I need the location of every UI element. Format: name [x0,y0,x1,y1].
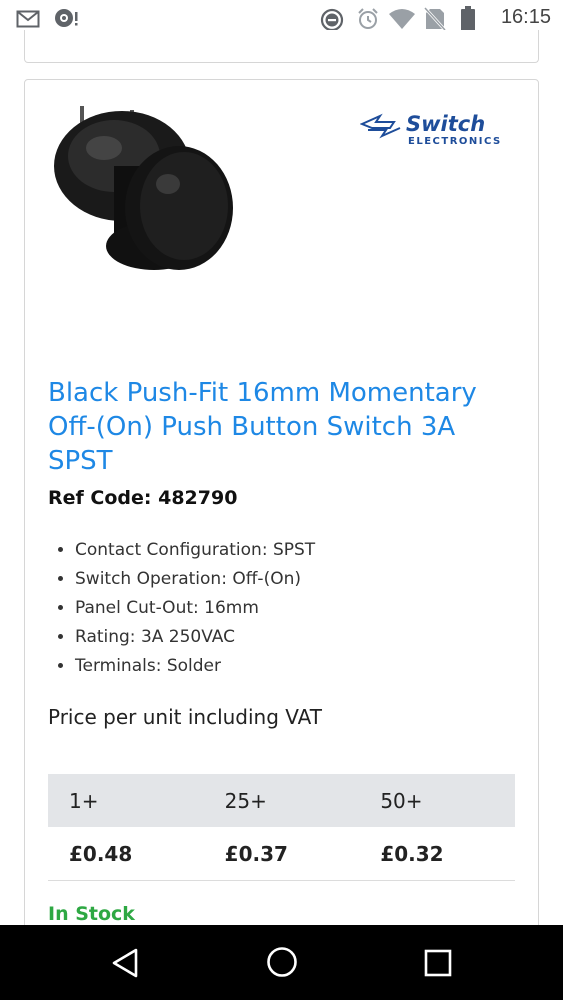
do-not-disturb-icon [320,8,344,32]
ref-code: Ref Code: 482790 [48,487,238,509]
brand-name: Switch [406,112,485,136]
spec-item: Rating: 3A 250VAC [75,623,315,652]
alarm-icon [358,8,378,29]
brand-subtitle: ELECTRONICS [408,136,502,147]
product-title[interactable]: Black Push-Fit 16mm Momentary Off-(On) P… [48,376,518,478]
no-sim-icon [424,7,446,31]
qty-tier-50: 50+ [359,774,515,827]
product-image[interactable] [44,96,244,276]
home-icon[interactable] [265,945,299,979]
spec-item: Contact Configuration: SPST [75,536,315,565]
brand-logo: Switch ELECTRONICS [360,112,502,147]
back-icon[interactable] [110,947,140,979]
wifi-icon [389,9,415,29]
price-tier-25: £0.37 [203,827,360,881]
spec-item: Terminals: Solder [75,652,315,681]
price-tier-1: £0.48 [48,827,204,881]
previous-product-card [24,30,539,63]
camera-notification-icon [55,9,78,27]
battery-icon [461,6,475,32]
price-table: 1+ 25+ 50+ £0.48 £0.37 £0.32 [48,774,515,881]
qty-tier-1: 1+ [48,774,204,827]
price-tier-50: £0.32 [359,827,515,881]
spec-item: Switch Operation: Off-(On) [75,565,315,594]
price-table-header: 1+ 25+ 50+ [48,774,515,827]
recents-icon[interactable] [424,949,452,977]
mail-icon [16,10,40,28]
price-table-row: £0.48 £0.37 £0.32 [48,827,515,881]
spec-item: Panel Cut-Out: 16mm [75,594,315,623]
navigation-bar [0,925,563,1000]
clock: 16:15 [500,6,551,28]
price-label: Price per unit including VAT [48,705,323,729]
spec-list: Contact Configuration: SPST Switch Opera… [48,536,315,681]
qty-tier-25: 25+ [203,774,360,827]
stock-status: In Stock [48,903,135,925]
